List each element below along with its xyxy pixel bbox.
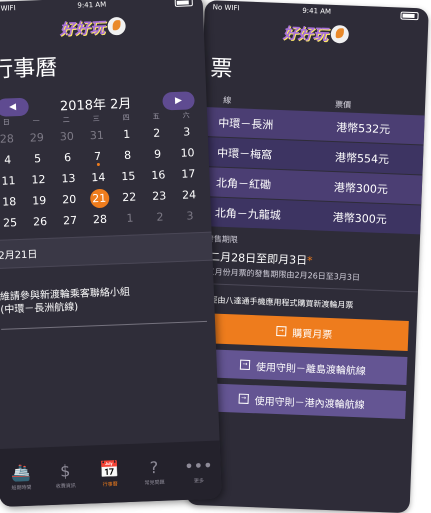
calendar-day[interactable]: 31 bbox=[81, 124, 112, 146]
tab-label: 常見問題 bbox=[144, 479, 165, 486]
chevron-left-icon: ◀ bbox=[8, 101, 17, 112]
calendar-day[interactable]: 27 bbox=[55, 210, 86, 232]
price-cell: 港幣554元 bbox=[334, 150, 390, 166]
calendar-day[interactable]: 1 bbox=[115, 207, 146, 229]
sale-date-text: 二月28日至即月3日 bbox=[208, 250, 308, 268]
fare-table: 線 票價 中環－長洲 港幣532元 中環－梅窩 港幣554元 北角－紅磡 港幣3… bbox=[196, 90, 425, 235]
calendar-day[interactable]: 20 bbox=[54, 189, 85, 211]
calendar-day[interactable]: 4 bbox=[0, 149, 23, 171]
calendar-day[interactable]: 10 bbox=[172, 142, 203, 164]
coin-icon: $ bbox=[59, 460, 71, 481]
login-icon: → bbox=[276, 325, 287, 337]
calendar-day[interactable]: 19 bbox=[24, 190, 55, 212]
calendar-day[interactable]: 5 bbox=[22, 148, 53, 170]
calendar-day[interactable]: 26 bbox=[25, 211, 56, 233]
calendar-day[interactable]: 28 bbox=[85, 208, 116, 230]
battery-icon bbox=[400, 11, 419, 21]
calendar-day[interactable]: 11 bbox=[0, 170, 24, 192]
page-title: 行事曆 bbox=[0, 55, 58, 84]
calendar-day[interactable]: 9 bbox=[142, 143, 173, 165]
login-icon: → bbox=[239, 359, 251, 370]
bottom-tab-bar: 🚢 船期時間 $ 收費資訊 📅 行事曆 ? 常見問題 ••• 更多 bbox=[0, 440, 222, 507]
calendar-day[interactable]: 2 bbox=[141, 122, 172, 144]
route-cell: 北角－紅磡 bbox=[215, 176, 272, 192]
calendar-day[interactable]: 25 bbox=[0, 212, 25, 234]
route-cell: 北角－九龍城 bbox=[214, 206, 282, 222]
buy-monthly-ticket-button[interactable]: → 購買月票 bbox=[199, 313, 409, 352]
price-cell: 港幣300元 bbox=[333, 180, 389, 196]
logo-text: 好好玩 bbox=[59, 18, 106, 38]
calendar-day[interactable]: 16 bbox=[143, 164, 174, 186]
calendar-icon: 📅 bbox=[99, 458, 120, 479]
calendar-day[interactable]: 12 bbox=[23, 169, 54, 191]
price-cell: 港幣300元 bbox=[332, 210, 387, 226]
calendar-day[interactable]: 30 bbox=[51, 126, 82, 148]
inner-harbour-guide-button[interactable]: → 使用守則－港內渡輪航線 bbox=[197, 383, 407, 419]
calendar-day[interactable]: 23 bbox=[144, 185, 175, 207]
calendar-day[interactable]: 28 bbox=[0, 128, 22, 150]
more-icon: ••• bbox=[183, 455, 213, 476]
bird-logo-icon bbox=[330, 24, 350, 44]
calendar-day[interactable]: 15 bbox=[113, 165, 144, 187]
selected-day-number: 21 bbox=[89, 188, 110, 209]
tab-schedule[interactable]: 🚢 船期時間 bbox=[0, 447, 44, 507]
prev-month-button[interactable]: ◀ bbox=[0, 97, 29, 117]
logo-text: 好好玩 bbox=[282, 23, 329, 44]
login-icon: → bbox=[238, 393, 249, 404]
chevron-right-icon: ▶ bbox=[174, 95, 183, 106]
battery-icon bbox=[174, 0, 193, 7]
calendar-day[interactable]: 2 bbox=[145, 206, 176, 228]
calendar-day[interactable]: 13 bbox=[53, 168, 84, 190]
event-item[interactable]: 維請參與新渡輪乘客聯絡小組 (中環－長洲航線) bbox=[0, 260, 208, 330]
guide1-label: 使用守則－離島渡輪航線 bbox=[255, 361, 367, 377]
outlying-island-guide-button[interactable]: → 使用守則－離島渡輪航線 bbox=[198, 349, 408, 386]
sale-date-asterisk: * bbox=[306, 254, 313, 268]
route-cell: 中環－梅窩 bbox=[216, 146, 273, 162]
calendar-day-selected[interactable]: 21 bbox=[84, 187, 115, 209]
calendar-day-with-event[interactable]: 7 bbox=[82, 145, 113, 167]
ferry-icon: 🚢 bbox=[10, 462, 32, 483]
next-month-button[interactable]: ▶ bbox=[162, 90, 195, 110]
calendar-day[interactable]: 29 bbox=[21, 127, 52, 149]
tab-label: 行事曆 bbox=[102, 480, 118, 488]
tab-calendar[interactable]: 📅 行事曆 bbox=[87, 444, 134, 504]
calendar-day[interactable]: 17 bbox=[173, 163, 204, 185]
tab-label: 船期時間 bbox=[11, 484, 32, 492]
calendar-day[interactable]: 1 bbox=[111, 123, 142, 145]
price-cell: 港幣532元 bbox=[335, 120, 391, 136]
phone-calendar-screen: No WIFI 9:41 AM 好好玩 行事曆 ◀ 2018年 2月 ▶ 日 一… bbox=[0, 0, 222, 507]
calendar-day[interactable]: 22 bbox=[114, 186, 145, 208]
tab-faq[interactable]: ? 常見問題 bbox=[131, 442, 178, 502]
calendar-day[interactable]: 24 bbox=[174, 184, 205, 206]
route-cell: 中環－長洲 bbox=[218, 116, 274, 132]
buy-button-label: 購買月票 bbox=[292, 328, 333, 341]
calendar-day[interactable]: 8 bbox=[112, 144, 143, 166]
guide2-label: 使用守則－港內渡輪航線 bbox=[254, 395, 365, 411]
calendar-day[interactable]: 3 bbox=[171, 121, 202, 143]
calendar-day[interactable]: 18 bbox=[0, 191, 25, 213]
tab-label: 收費資訊 bbox=[55, 482, 76, 490]
calendar-day[interactable]: 14 bbox=[83, 166, 114, 188]
calendar-day[interactable]: 6 bbox=[52, 147, 83, 169]
tab-more[interactable]: ••• 更多 bbox=[175, 441, 222, 501]
price-column-header: 票價 bbox=[334, 100, 352, 110]
question-icon: ? bbox=[149, 457, 159, 477]
phone-monthly-ticket-screen: No WIFI 9:41 AM 好好玩 票 線 票價 中環－長洲 港幣532元 … bbox=[185, 0, 429, 513]
tab-label: 更多 bbox=[193, 477, 205, 485]
calendar-day[interactable]: 3 bbox=[175, 205, 206, 227]
bird-logo-icon bbox=[107, 16, 126, 36]
tab-fares[interactable]: $ 收費資訊 bbox=[42, 446, 89, 506]
